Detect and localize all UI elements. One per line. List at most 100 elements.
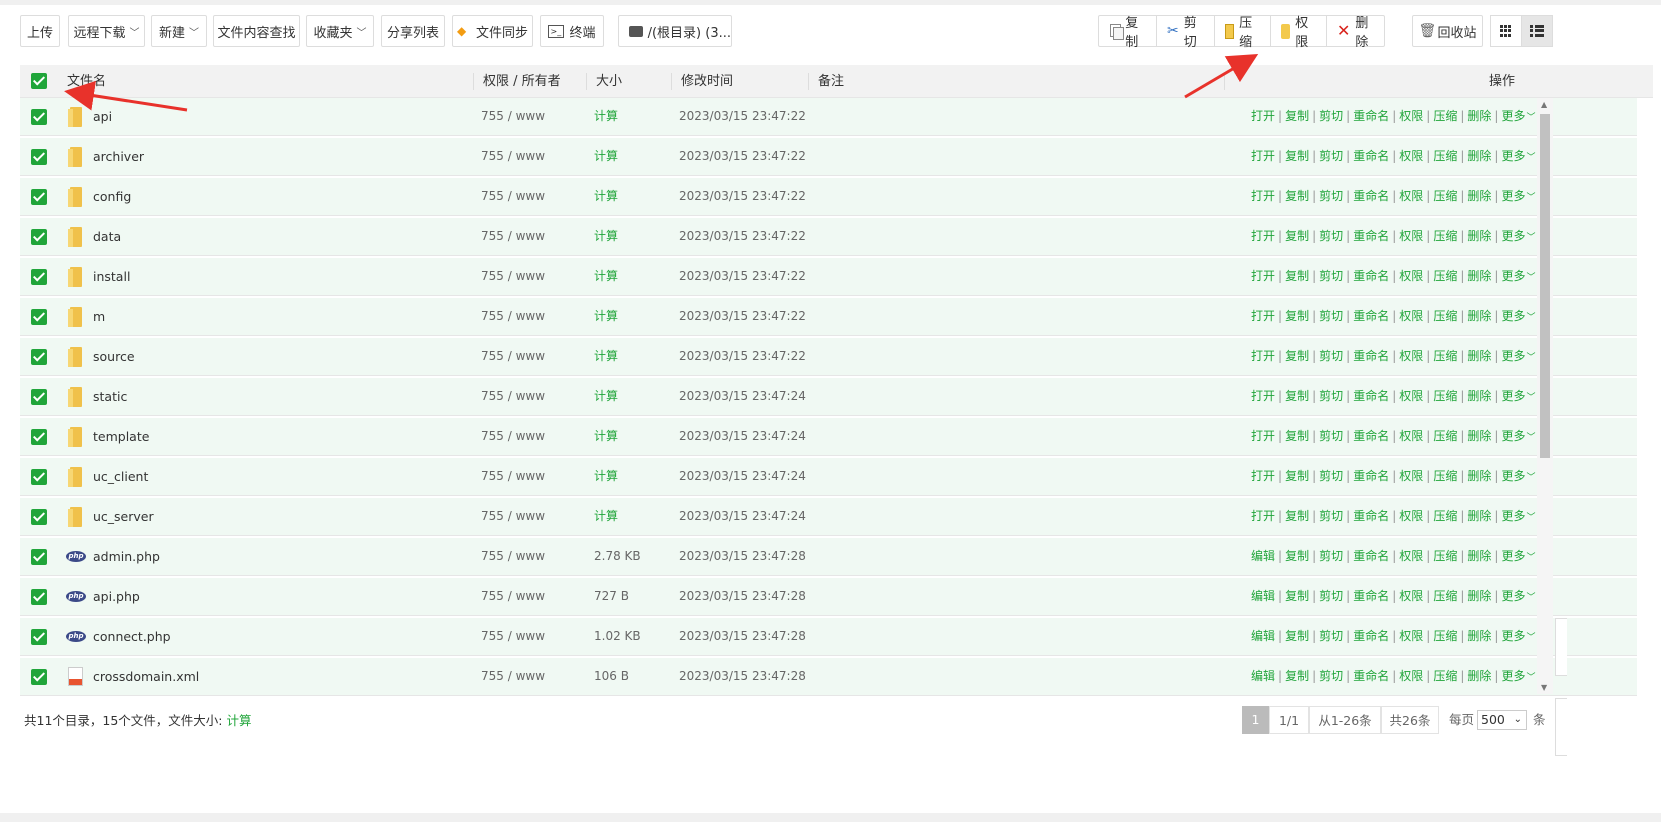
action-more[interactable]: 更多 bbox=[1501, 509, 1525, 523]
file-permission[interactable]: 755 / www bbox=[481, 218, 545, 255]
action-open[interactable]: 打开 bbox=[1251, 229, 1275, 243]
action-open[interactable]: 打开 bbox=[1251, 309, 1275, 323]
action-cut[interactable]: 剪切 bbox=[1319, 469, 1343, 483]
file-size[interactable]: 计算 bbox=[594, 138, 618, 175]
table-row[interactable]: crossdomain.xml 755 / www 106 B 2023/03/15 … bbox=[20, 658, 1637, 696]
chevron-down-icon[interactable]: ﹀ bbox=[1526, 233, 1535, 243]
file-name[interactable]: api.php bbox=[93, 578, 140, 615]
header-name[interactable]: 文件名 bbox=[67, 65, 106, 98]
row-checkbox[interactable] bbox=[31, 389, 47, 405]
row-checkbox[interactable] bbox=[31, 189, 47, 205]
row-checkbox[interactable] bbox=[31, 269, 47, 285]
action-copy[interactable]: 复制 bbox=[1285, 149, 1309, 163]
list-view-button[interactable] bbox=[1521, 15, 1553, 47]
file-permission[interactable]: 755 / www bbox=[481, 138, 545, 175]
chevron-down-icon[interactable]: ﹀ bbox=[1526, 393, 1535, 403]
action-cut[interactable]: 剪切 bbox=[1319, 269, 1343, 283]
action-open[interactable]: 打开 bbox=[1251, 429, 1275, 443]
file-name[interactable]: install bbox=[93, 258, 130, 295]
action-rename[interactable]: 重命名 bbox=[1353, 149, 1389, 163]
action-copy[interactable]: 复制 bbox=[1285, 309, 1309, 323]
action-permission[interactable]: 权限 bbox=[1399, 469, 1423, 483]
file-name[interactable]: connect.php bbox=[93, 618, 171, 655]
file-name[interactable]: data bbox=[93, 218, 121, 255]
action-compress[interactable]: 压缩 bbox=[1433, 149, 1457, 163]
action-compress[interactable]: 压缩 bbox=[1433, 549, 1457, 563]
favorites-button[interactable]: 收藏夹 ﹀ bbox=[306, 15, 374, 47]
row-checkbox[interactable] bbox=[31, 229, 47, 245]
action-permission[interactable]: 权限 bbox=[1399, 149, 1423, 163]
action-permission[interactable]: 权限 bbox=[1399, 109, 1423, 123]
action-cut[interactable]: 剪切 bbox=[1319, 589, 1343, 603]
table-row[interactable]: data 755 / www 计算 2023/03/15 23:47:22 打开 | 复制 |… bbox=[20, 218, 1637, 256]
scroll-up-icon[interactable]: ▲ bbox=[1541, 100, 1547, 109]
file-permission[interactable]: 755 / www bbox=[481, 378, 545, 415]
action-rename[interactable]: 重命名 bbox=[1353, 269, 1389, 283]
file-permission[interactable]: 755 / www bbox=[481, 458, 545, 495]
action-compress[interactable]: 压缩 bbox=[1433, 509, 1457, 523]
action-copy[interactable]: 复制 bbox=[1285, 509, 1309, 523]
file-name[interactable]: config bbox=[93, 178, 131, 215]
action-copy[interactable]: 复制 bbox=[1285, 389, 1309, 403]
file-name[interactable]: static bbox=[93, 378, 127, 415]
file-permission[interactable]: 755 / www bbox=[481, 338, 545, 375]
grid-view-button[interactable] bbox=[1490, 15, 1522, 47]
table-row[interactable]: archiver 755 / www 计算 2023/03/15 23:47:22 打开… bbox=[20, 138, 1637, 176]
action-open[interactable]: 打开 bbox=[1251, 349, 1275, 363]
scrollbar-thumb[interactable] bbox=[1540, 114, 1550, 458]
path-button[interactable]: /(根目录) (3... bbox=[618, 15, 732, 47]
action-permission[interactable]: 权限 bbox=[1399, 509, 1423, 523]
action-more[interactable]: 更多 bbox=[1501, 269, 1525, 283]
chevron-down-icon[interactable]: ﹀ bbox=[1526, 313, 1535, 323]
per-page-select[interactable]: 500 ⌄ bbox=[1477, 710, 1527, 730]
file-name[interactable]: template bbox=[93, 418, 149, 455]
row-checkbox[interactable] bbox=[31, 349, 47, 365]
action-compress[interactable]: 压缩 bbox=[1433, 669, 1457, 683]
action-rename[interactable]: 重命名 bbox=[1353, 349, 1389, 363]
action-compress[interactable]: 压缩 bbox=[1433, 629, 1457, 643]
chevron-down-icon[interactable]: ﹀ bbox=[1526, 553, 1535, 563]
chevron-down-icon[interactable]: ﹀ bbox=[1526, 273, 1535, 283]
action-permission[interactable]: 权限 bbox=[1399, 629, 1423, 643]
action-cut[interactable]: 剪切 bbox=[1319, 429, 1343, 443]
action-copy[interactable]: 复制 bbox=[1285, 629, 1309, 643]
action-rename[interactable]: 重命名 bbox=[1353, 669, 1389, 683]
action-delete[interactable]: 删除 bbox=[1467, 389, 1491, 403]
table-row[interactable]: uc_server 755 / www 计算 2023/03/15 23:47:24 打… bbox=[20, 498, 1637, 536]
action-open[interactable]: 打开 bbox=[1251, 269, 1275, 283]
chevron-down-icon[interactable]: ﹀ bbox=[1526, 593, 1535, 603]
table-row[interactable]: source 755 / www 计算 2023/03/15 23:47:22 打开 | 复… bbox=[20, 338, 1637, 376]
action-copy[interactable]: 复制 bbox=[1285, 269, 1309, 283]
action-delete[interactable]: 删除 bbox=[1467, 669, 1491, 683]
action-delete[interactable]: 删除 bbox=[1467, 189, 1491, 203]
table-row[interactable]: m 755 / www 计算 2023/03/15 23:47:22 打开 | 复制 | 剪切 |… bbox=[20, 298, 1637, 336]
action-cut[interactable]: 剪切 bbox=[1319, 149, 1343, 163]
action-cut[interactable]: 剪切 bbox=[1319, 229, 1343, 243]
file-size[interactable]: 计算 bbox=[594, 338, 618, 375]
action-delete[interactable]: 删除 bbox=[1467, 309, 1491, 323]
row-checkbox[interactable] bbox=[31, 549, 47, 565]
action-compress[interactable]: 压缩 bbox=[1433, 469, 1457, 483]
chevron-down-icon[interactable]: ﹀ bbox=[1526, 153, 1535, 163]
action-open[interactable]: 编辑 bbox=[1251, 669, 1275, 683]
action-rename[interactable]: 重命名 bbox=[1353, 629, 1389, 643]
table-row[interactable]: install 755 / www 计算 2023/03/15 23:47:22 打开 |… bbox=[20, 258, 1637, 296]
action-rename[interactable]: 重命名 bbox=[1353, 229, 1389, 243]
file-name[interactable]: uc_server bbox=[93, 498, 154, 535]
action-more[interactable]: 更多 bbox=[1501, 149, 1525, 163]
file-size[interactable]: 计算 bbox=[594, 298, 618, 335]
action-open[interactable]: 打开 bbox=[1251, 389, 1275, 403]
file-permission[interactable]: 755 / www bbox=[481, 538, 545, 575]
action-delete[interactable]: 删除 bbox=[1467, 509, 1491, 523]
action-more[interactable]: 更多 bbox=[1501, 629, 1525, 643]
table-row[interactable]: template 755 / www 计算 2023/03/15 23:47:24 打开… bbox=[20, 418, 1637, 456]
file-permission[interactable]: 755 / www bbox=[481, 418, 545, 455]
side-float-tab[interactable] bbox=[1555, 698, 1567, 756]
action-permission[interactable]: 权限 bbox=[1399, 549, 1423, 563]
action-open[interactable]: 编辑 bbox=[1251, 629, 1275, 643]
table-row[interactable]: php admin.php 755 / www 2.78 KB 2023/03/15 2… bbox=[20, 538, 1637, 576]
action-permission[interactable]: 权限 bbox=[1399, 309, 1423, 323]
page-current[interactable]: 1 bbox=[1242, 706, 1269, 734]
file-size[interactable]: 计算 bbox=[594, 498, 618, 535]
action-copy[interactable]: 复制 bbox=[1285, 669, 1309, 683]
